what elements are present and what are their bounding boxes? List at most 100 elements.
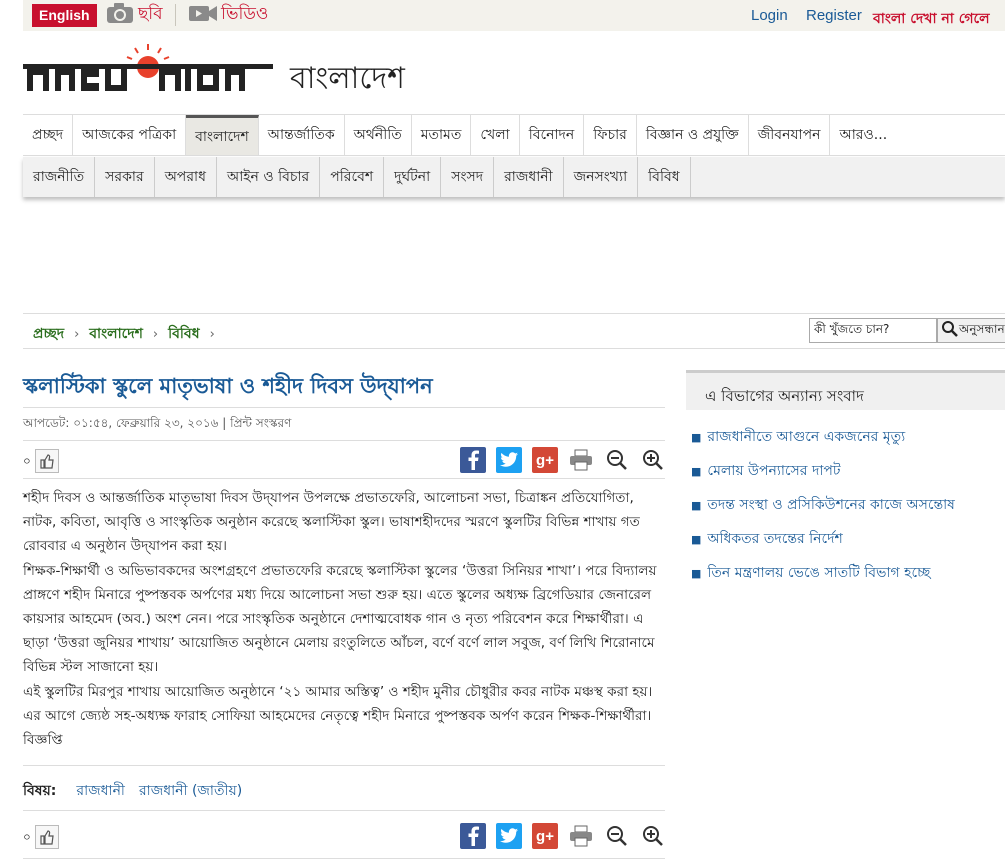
related-news-item[interactable]: ■ তিন মন্ত্রণালয় ভেঙে সাতটি বিভাগ হচ্ছে (691, 556, 1005, 590)
zoom-out-button[interactable] (604, 823, 630, 849)
print-icon (570, 449, 592, 471)
chevron-right-icon: › (74, 326, 80, 342)
nav-item-entertainment[interactable]: বিনোদন (520, 115, 585, 155)
print-icon (570, 825, 592, 847)
related-news-item[interactable]: ■ তদন্ত সংস্থা ও প্রসিকিউশনের কাজে অসন্তো… (691, 488, 1005, 522)
subnav-item-law[interactable]: আইন ও বিচার (217, 157, 321, 197)
nav-item-science-tech[interactable]: বিজ্ঞান ও প্রযুক্তি (637, 115, 749, 155)
like-count: ০ (23, 454, 31, 468)
subnav-item-government[interactable]: সরকার (95, 157, 155, 197)
divider (175, 4, 176, 26)
topics: বিষয়: রাজধানী রাজধানী (জাতীয়) (23, 779, 256, 803)
related-news-heading: এ বিভাগের অন্যান্য সংবাদ (686, 370, 1005, 410)
search-button-label: অনুসন্ধান (959, 321, 1005, 336)
breadcrumb-bangladesh[interactable]: বাংলাদেশ (89, 322, 143, 346)
nav-item-home[interactable]: প্রচ্ছদ (23, 115, 74, 155)
bangla-help-link[interactable]: বাংলা দেখা না গেলে (873, 7, 990, 31)
top-bar: English ছবি ভিডিও Login Register বাংলা দ… (23, 0, 1005, 31)
like-button[interactable] (35, 449, 59, 473)
zoom-in-icon (643, 826, 663, 846)
topic-tag[interactable]: রাজধানী (জাতীয়) (139, 779, 242, 803)
chevron-right-icon: › (209, 326, 215, 342)
related-news-list: ■ রাজধানীতে আগুনে একজনের মৃত্যু ■ মেলায় উ… (691, 420, 1005, 590)
related-news-link[interactable]: মেলায় উপন্যাসের দাপট (707, 459, 840, 483)
topics-label: বিষয়: (23, 783, 57, 799)
register-link[interactable]: Register (806, 7, 862, 24)
search-button[interactable]: অনুসন্ধান (937, 318, 1005, 343)
google-plus-icon: g+ (536, 451, 554, 469)
bullet-icon: ■ (691, 566, 702, 580)
nav-item-opinion[interactable]: মতামত (412, 115, 472, 155)
subnav-item-capital[interactable]: রাজধানী (494, 157, 564, 197)
bullet-icon: ■ (691, 430, 702, 444)
zoom-out-icon (607, 826, 627, 846)
share-toolbar-top: ০ g+ (23, 447, 665, 475)
breadcrumb-misc[interactable]: বিবিধ (168, 322, 199, 346)
bullet-icon: ■ (691, 532, 702, 546)
twitter-share-button[interactable] (496, 823, 522, 849)
facebook-icon (468, 826, 479, 846)
related-news-link[interactable]: তিন মন্ত্রণালয় ভেঙে সাতটি বিভাগ হচ্ছে (707, 561, 930, 585)
like-count: ০ (23, 830, 31, 844)
nav-item-sports[interactable]: খেলা (471, 115, 520, 155)
photo-link[interactable]: ছবি (105, 2, 163, 27)
print-button[interactable] (568, 823, 594, 849)
google-plus-share-button[interactable]: g+ (532, 447, 558, 473)
subnav-item-misc[interactable]: বিবিধ (638, 157, 691, 197)
facebook-share-button[interactable] (460, 447, 486, 473)
video-link[interactable]: ভিডিও (188, 3, 268, 27)
topic-tag[interactable]: রাজধানী (76, 779, 125, 803)
section-title: বাংলাদেশ (290, 61, 405, 96)
zoom-in-button[interactable] (640, 823, 666, 849)
subnav-item-accident[interactable]: দুর্ঘটনা (384, 157, 442, 197)
divider (23, 440, 665, 441)
like-button[interactable] (35, 825, 59, 849)
prothom-alo-logo[interactable] (23, 42, 273, 100)
related-news-link[interactable]: অধিকতর তদন্তের নির্দেশ (707, 527, 842, 551)
nav-item-bangladesh[interactable]: বাংলাদেশ (186, 115, 259, 155)
google-plus-icon: g+ (536, 827, 554, 845)
subnav-item-environment[interactable]: পরিবেশ (320, 157, 385, 197)
breadcrumb: প্রচ্ছদ › বাংলাদেশ › বিবিধ › (33, 322, 225, 346)
breadcrumb-home[interactable]: প্রচ্ছদ (33, 322, 64, 346)
twitter-icon (500, 452, 518, 467)
chevron-right-icon: › (152, 326, 159, 342)
english-button[interactable]: English (32, 4, 97, 27)
bullet-icon: ■ (691, 498, 702, 512)
video-camera-icon (188, 1, 218, 30)
nav-item-feature[interactable]: ফিচার (584, 115, 637, 155)
related-news-link[interactable]: রাজধানীতে আগুনে একজনের মৃত্যু (707, 425, 905, 449)
subnav-item-politics[interactable]: রাজনীতি (23, 157, 96, 197)
bullet-icon: ■ (691, 464, 702, 478)
google-plus-share-button[interactable]: g+ (532, 823, 558, 849)
facebook-share-button[interactable] (460, 823, 486, 849)
photo-label: ছবি (138, 4, 163, 24)
divider (23, 810, 665, 811)
divider (23, 765, 665, 766)
nav-item-more[interactable]: আরও... (830, 115, 896, 155)
subnav-item-crime[interactable]: অপরাধ (155, 157, 217, 197)
related-news-link[interactable]: তদন্ত সংস্থা ও প্রসিকিউশনের কাজে অসন্তোষ (707, 493, 954, 517)
zoom-in-button[interactable] (640, 447, 666, 473)
article-paragraph: শিক্ষক-শিক্ষার্থী ও অভিভাবকদের অংশগ্রহণে… (23, 562, 657, 676)
search-input[interactable] (809, 318, 937, 343)
related-news-item[interactable]: ■ রাজধানীতে আগুনে একজনের মৃত্যু (691, 420, 1005, 454)
article-body: শহীদ দিবস ও আন্তর্জাতিক মাতৃভাষা দিবস উদ… (23, 486, 665, 752)
zoom-out-button[interactable] (604, 447, 630, 473)
related-news-item[interactable]: ■ অধিকতর তদন্তের নির্দেশ (691, 522, 1005, 556)
thumbs-up-icon (40, 830, 54, 845)
related-news-item[interactable]: ■ মেলায় উপন্যাসের দাপট (691, 454, 1005, 488)
subnav-item-parliament[interactable]: সংসদ (441, 157, 495, 197)
sub-nav: রাজনীতি সরকার অপরাধ আইন ও বিচার পরিবেশ দ… (23, 157, 1005, 197)
divider (23, 858, 665, 859)
nav-item-economy[interactable]: অর্থনীতি (345, 115, 412, 155)
subnav-item-population[interactable]: জনসংখ্যা (564, 157, 639, 197)
zoom-out-icon (607, 450, 627, 470)
print-button[interactable] (568, 447, 594, 473)
nav-item-international[interactable]: আন্তর্জাতিক (259, 115, 345, 155)
nav-item-todays-paper[interactable]: আজকের পত্রিকা (73, 115, 187, 155)
twitter-share-button[interactable] (496, 447, 522, 473)
main-nav: প্রচ্ছদ আজকের পত্রিকা বাংলাদেশ আন্তর্জাত… (23, 114, 1005, 156)
login-link[interactable]: Login (751, 7, 788, 24)
nav-item-lifestyle[interactable]: জীবনযাপন (749, 115, 831, 155)
